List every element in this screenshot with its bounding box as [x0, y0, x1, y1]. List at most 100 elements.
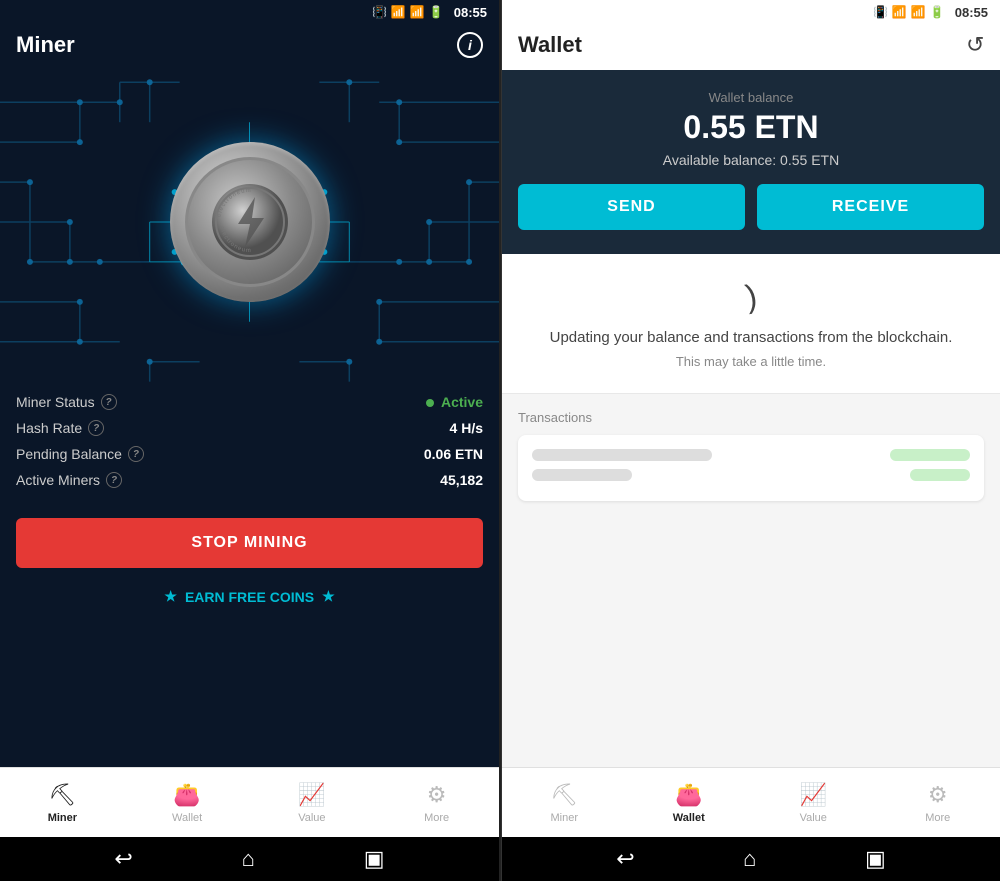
miner-status-bar: 📳 📶 📶 🔋 08:55	[0, 0, 499, 24]
miner-coin-area: electroneum electroneum	[0, 62, 499, 382]
pending-balance-row: Pending Balance ? 0.06 ETN	[16, 446, 483, 462]
miner-bottom-nav: ⛏ Miner 👛 Wallet 📈 Value ⚙ More	[0, 767, 499, 837]
transaction-row-1	[532, 449, 970, 461]
send-button[interactable]: SEND	[518, 184, 745, 230]
receive-button[interactable]: RECEIVE	[757, 184, 984, 230]
wifi-icon: 📶	[391, 5, 406, 19]
value-tab-label: Value	[800, 812, 827, 824]
pending-balance-value: 0.06 ETN	[424, 446, 483, 462]
pending-balance-help[interactable]: ?	[128, 446, 144, 462]
recents-button[interactable]: ▣	[364, 846, 385, 872]
wallet-nav-more[interactable]: ⚙ More	[876, 768, 1000, 837]
wallet-tab-icon: 👛	[675, 782, 702, 808]
miner-stats: Miner Status ? Active Hash Rate ? 4 H/s …	[0, 382, 499, 510]
wallet-nav-icon: 👛	[173, 782, 200, 808]
home-button[interactable]: ⌂	[242, 846, 255, 872]
transactions-section: Transactions	[502, 394, 1000, 509]
transaction-row-2	[532, 469, 970, 481]
hash-rate-row: Hash Rate ? 4 H/s	[16, 420, 483, 436]
miner-tab-icon: ⛏	[550, 782, 578, 808]
sync-spinner-icon: )	[743, 277, 760, 315]
wallet-header: Wallet ↻	[502, 24, 1000, 70]
miner-nav-label: Miner	[48, 812, 77, 824]
back-button[interactable]: ↩	[114, 846, 132, 872]
nav-more[interactable]: ⚙ More	[374, 768, 499, 837]
signal-icon: 📶	[911, 5, 926, 19]
hash-rate-help[interactable]: ?	[88, 420, 104, 436]
electroneum-coin: electroneum electroneum	[170, 142, 330, 302]
pending-balance-label: Pending Balance ?	[16, 446, 144, 462]
wifi-icon: 📶	[892, 5, 907, 19]
wallet-balance-section: Wallet balance 0.55 ETN Available balanc…	[502, 70, 1000, 254]
active-miners-label: Active Miners ?	[16, 472, 122, 488]
miner-status-help[interactable]: ?	[101, 394, 117, 410]
sync-subtext: This may take a little time.	[518, 354, 984, 369]
wallet-title: Wallet	[518, 32, 582, 58]
wallet-status-bar: 📳 📶 📶 🔋 08:55	[502, 0, 1000, 24]
more-nav-icon: ⚙	[427, 782, 447, 808]
more-nav-label: More	[424, 812, 449, 824]
active-miners-row: Active Miners ? 45,182	[16, 472, 483, 488]
battery-icon: 🔋	[429, 5, 444, 19]
wallet-sync-section: ) Updating your balance and transactions…	[502, 254, 1000, 394]
nav-wallet[interactable]: 👛 Wallet	[125, 768, 250, 837]
wallet-panel: 📳 📶 📶 🔋 08:55 Wallet ↻ Wallet balance 0.…	[501, 0, 1000, 881]
miner-status-value: Active	[426, 394, 483, 410]
transaction-card	[518, 435, 984, 501]
balance-amount: 0.55 ETN	[518, 109, 984, 146]
value-nav-label: Value	[298, 812, 325, 824]
value-nav-icon: 📈	[298, 782, 325, 808]
wallet-recents-button[interactable]: ▣	[865, 846, 886, 872]
miner-nav-icon: ⛏	[48, 782, 76, 808]
available-balance: Available balance: 0.55 ETN	[518, 152, 984, 168]
miner-tab-label: Miner	[550, 812, 578, 824]
star-right-icon: ★	[322, 588, 335, 605]
wallet-nav-miner[interactable]: ⛏ Miner	[502, 768, 627, 837]
miner-title: Miner	[16, 32, 75, 58]
tx-address-blur	[532, 449, 712, 461]
miner-status-label: Miner Status ?	[16, 394, 117, 410]
miner-panel: 📳 📶 📶 🔋 08:55 Miner i	[0, 0, 499, 881]
nav-value[interactable]: 📈 Value	[250, 768, 375, 837]
star-left-icon: ★	[164, 588, 177, 605]
vibrate-icon: 📳	[372, 5, 387, 19]
value-tab-icon: 📈	[800, 782, 827, 808]
hash-rate-label: Hash Rate ?	[16, 420, 104, 436]
earn-free-coins[interactable]: ★ EARN FREE COINS ★	[0, 576, 499, 617]
nav-miner[interactable]: ⛏ Miner	[0, 768, 125, 837]
wallet-sys-nav: ↩ ⌂ ▣	[502, 837, 1000, 881]
hash-rate-value: 4 H/s	[450, 420, 483, 436]
miner-status-row: Miner Status ? Active	[16, 394, 483, 410]
coin-inner: electroneum electroneum	[185, 157, 315, 287]
sync-text: Updating your balance and transactions f…	[518, 327, 984, 350]
stop-mining-button[interactable]: STOP MINING	[16, 518, 483, 568]
wallet-nav-value[interactable]: 📈 Value	[751, 768, 876, 837]
miner-sys-nav: ↩ ⌂ ▣	[0, 837, 499, 881]
wallet-nav-wallet[interactable]: 👛 Wallet	[627, 768, 752, 837]
wallet-bottom-nav: ⛏ Miner 👛 Wallet 📈 Value ⚙ More	[502, 767, 1000, 837]
more-tab-label: More	[925, 812, 950, 824]
battery-icon: 🔋	[930, 5, 945, 19]
wallet-actions: SEND RECEIVE	[518, 184, 984, 230]
tx-status-blur	[910, 469, 970, 481]
status-time: 08:55	[454, 5, 487, 20]
miner-header: Miner i	[0, 24, 499, 62]
active-miners-value: 45,182	[440, 472, 483, 488]
info-button[interactable]: i	[457, 32, 483, 58]
wallet-status-time: 08:55	[955, 5, 988, 20]
more-tab-icon: ⚙	[928, 782, 948, 808]
balance-label: Wallet balance	[518, 90, 984, 105]
vibrate-icon: 📳	[873, 5, 888, 19]
active-miners-help[interactable]: ?	[106, 472, 122, 488]
tx-amount-blur	[890, 449, 970, 461]
refresh-button[interactable]: ↻	[966, 32, 984, 58]
wallet-back-button[interactable]: ↩	[616, 846, 634, 872]
coin-logo: electroneum electroneum	[210, 182, 290, 262]
wallet-nav-label: Wallet	[172, 812, 202, 824]
active-dot	[426, 399, 434, 407]
signal-icon: 📶	[410, 5, 425, 19]
wallet-home-button[interactable]: ⌂	[743, 846, 756, 872]
transactions-label: Transactions	[518, 410, 984, 425]
wallet-tab-label: Wallet	[673, 812, 705, 824]
tx-date-blur	[532, 469, 632, 481]
